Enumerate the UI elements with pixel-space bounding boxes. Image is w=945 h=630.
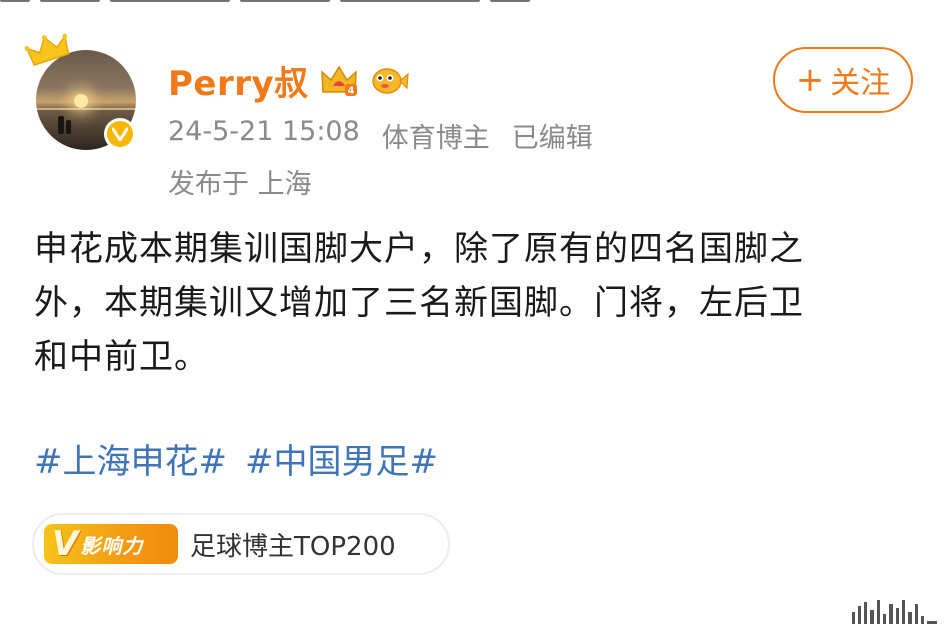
author-name-row: Perry叔 4 (168, 56, 409, 104)
influence-badge-v: V (52, 524, 79, 564)
pufferfish-badge-icon[interactable] (369, 63, 409, 97)
author-avatar[interactable] (24, 33, 136, 150)
watermark-logo (852, 598, 937, 624)
vip-crown-badge-icon[interactable]: 4 (319, 62, 359, 98)
post-text-line: 和中前卫。 (34, 337, 209, 377)
influence-ranking-label: 足球博主TOP200 (190, 531, 396, 562)
post-text-line: 外，本期集训又增加了三名新国脚。门将，左后卫 (34, 283, 804, 323)
author-username[interactable]: Perry叔 (168, 56, 309, 105)
influence-badge-icon: V 影响力 (44, 524, 178, 564)
edited-label[interactable]: 已编辑 (512, 116, 593, 155)
weibo-post-card: Perry叔 4 + 关注 24-5-21 15:08 体育博主 已编辑 发布于… (0, 0, 945, 630)
verified-v-icon (104, 118, 136, 150)
post-timestamp: 24-5-21 15:08 (168, 116, 360, 147)
post-body: 申花成本期集训国脚大户，除了原有的四名国脚之 外，本期集训又增加了三名新国脚。门… (34, 222, 914, 384)
influence-ranking-pill[interactable]: V 影响力 足球博主TOP200 (32, 513, 450, 575)
author-category: 体育博主 (381, 123, 490, 154)
hashtag-list: #上海申花# #中国男足# (34, 434, 438, 483)
follow-button[interactable]: + 关注 (773, 47, 913, 113)
previous-content-cutoff (0, 0, 600, 4)
follow-button-label: 关注 (830, 66, 891, 101)
influence-badge-text: 影响力 (80, 533, 144, 558)
hashtag-china-mens-football[interactable]: #中国男足# (245, 434, 438, 483)
svg-text:4: 4 (347, 86, 354, 97)
hashtag-shanghai-shenhua[interactable]: #上海申花# (34, 434, 227, 483)
post-meta: 24-5-21 15:08 体育博主 已编辑 (168, 116, 593, 155)
post-text-line: 申花成本期集训国脚大户，除了原有的四名国脚之 (34, 229, 804, 269)
post-location: 发布于 上海 (168, 169, 312, 200)
plus-icon: + (795, 60, 825, 100)
